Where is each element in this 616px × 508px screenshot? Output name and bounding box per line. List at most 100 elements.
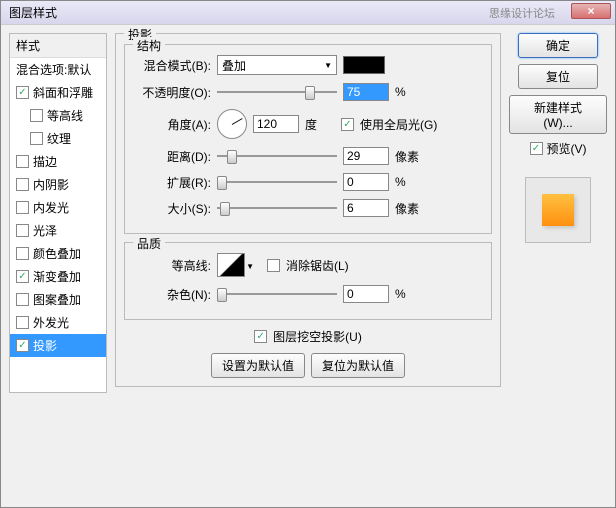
opacity-slider[interactable] <box>217 84 337 100</box>
angle-dial[interactable] <box>217 109 247 139</box>
style-checkbox[interactable] <box>30 109 43 122</box>
preview-row: ✓ 预览(V) <box>530 140 587 157</box>
style-item[interactable]: 外发光 <box>10 311 106 334</box>
style-checkbox[interactable] <box>16 155 29 168</box>
make-default-button[interactable]: 设置为默认值 <box>211 353 305 378</box>
antialias-checkbox[interactable] <box>267 259 280 272</box>
global-light-label: 使用全局光(G) <box>360 116 437 133</box>
noise-row: 杂色(N): 0 % <box>133 285 483 303</box>
style-checkbox[interactable]: ✓ <box>16 339 29 352</box>
spread-row: 扩展(R): 0 % <box>133 173 483 191</box>
contour-row: 等高线: ▼ 消除锯齿(L) <box>133 253 483 277</box>
size-label: 大小(S): <box>133 200 211 217</box>
style-label: 光泽 <box>33 222 57 239</box>
style-checkbox[interactable] <box>30 132 43 145</box>
opacity-label: 不透明度(O): <box>133 84 211 101</box>
spread-slider[interactable] <box>217 174 337 190</box>
style-checkbox[interactable] <box>16 201 29 214</box>
angle-unit: 度 <box>305 116 335 133</box>
style-item[interactable]: 颜色叠加 <box>10 242 106 265</box>
knockout-label: 图层挖空投影(U) <box>273 328 362 345</box>
angle-label: 角度(A): <box>133 116 211 133</box>
styles-panel: 样式 混合选项:默认 ✓斜面和浮雕等高线纹理描边内阴影内发光光泽颜色叠加 ✓ 渐变叠… <box>9 33 107 499</box>
preview-checkbox[interactable]: ✓ <box>530 142 543 155</box>
shadow-color-swatch[interactable] <box>343 56 385 74</box>
style-label: 纹理 <box>47 130 71 147</box>
distance-slider[interactable] <box>217 148 337 164</box>
style-item[interactable]: 等高线 <box>10 104 106 127</box>
style-checkbox[interactable] <box>16 224 29 237</box>
antialias-label: 消除锯齿(L) <box>286 257 349 274</box>
style-label: 等高线 <box>47 107 83 124</box>
style-label: 图案叠加 <box>33 291 81 308</box>
style-checkbox[interactable] <box>16 316 29 329</box>
blend-options-item[interactable]: 混合选项:默认 <box>10 58 106 81</box>
style-label: 颜色叠加 <box>33 245 81 262</box>
style-checkbox[interactable] <box>16 247 29 260</box>
ok-button[interactable]: 确定 <box>518 33 598 58</box>
new-style-button[interactable]: 新建样式(W)... <box>509 95 607 134</box>
distance-label: 距离(D): <box>133 148 211 165</box>
effect-group: 投影 结构 混合模式(B): 叠加 ▼ 不透明度(O): <box>115 33 501 387</box>
quality-group: 品质 等高线: ▼ 消除锯齿(L) 杂色(N): 0 % <box>124 242 492 320</box>
structure-title: 结构 <box>133 37 165 54</box>
spread-label: 扩展(R): <box>133 174 211 191</box>
angle-input[interactable]: 120 <box>253 115 299 133</box>
blend-mode-value: 叠加 <box>222 57 246 74</box>
style-item[interactable]: 内阴影 <box>10 173 106 196</box>
style-label: 描边 <box>33 153 57 170</box>
style-item[interactable]: 内发光 <box>10 196 106 219</box>
main-panel: 投影 结构 混合模式(B): 叠加 ▼ 不透明度(O): <box>115 33 501 499</box>
size-slider[interactable] <box>217 200 337 216</box>
noise-input[interactable]: 0 <box>343 285 389 303</box>
spread-input[interactable]: 0 <box>343 173 389 191</box>
cancel-button[interactable]: 复位 <box>518 64 598 89</box>
size-unit: 像素 <box>395 200 425 217</box>
noise-label: 杂色(N): <box>133 286 211 303</box>
style-checkbox[interactable] <box>16 293 29 306</box>
reset-default-button[interactable]: 复位为默认值 <box>311 353 405 378</box>
noise-slider[interactable] <box>217 286 337 302</box>
structure-group: 结构 混合模式(B): 叠加 ▼ 不透明度(O): 75 % <box>124 44 492 234</box>
preview-label: 预览(V) <box>547 140 587 157</box>
style-item[interactable]: ✓斜面和浮雕 <box>10 81 106 104</box>
distance-input[interactable]: 29 <box>343 147 389 165</box>
contour-picker[interactable]: ▼ <box>217 253 245 277</box>
style-checkbox[interactable]: ✓ <box>16 86 29 99</box>
layer-style-dialog: 图层样式 思缘设计论坛 × 样式 混合选项:默认 ✓斜面和浮雕等高线纹理描边内阴… <box>0 0 616 508</box>
style-item[interactable]: 纹理 <box>10 127 106 150</box>
style-item[interactable]: 光泽 <box>10 219 106 242</box>
opacity-input[interactable]: 75 <box>343 83 389 101</box>
spread-unit: % <box>395 175 425 189</box>
knockout-checkbox[interactable]: ✓ <box>254 330 267 343</box>
angle-row: 角度(A): 120 度 ✓ 使用全局光(G) <box>133 109 483 139</box>
distance-unit: 像素 <box>395 148 425 165</box>
opacity-row: 不透明度(O): 75 % <box>133 83 483 101</box>
chevron-down-icon: ▼ <box>324 61 332 70</box>
styles-header[interactable]: 样式 <box>10 34 106 58</box>
style-item[interactable]: 描边 <box>10 150 106 173</box>
blend-mode-label: 混合模式(B): <box>133 57 211 74</box>
preview-swatch <box>542 194 574 226</box>
style-item[interactable]: ✓ 渐变叠加 <box>10 265 106 288</box>
style-checkbox[interactable] <box>16 178 29 191</box>
style-checkbox[interactable]: ✓ <box>16 270 29 283</box>
blend-mode-dropdown[interactable]: 叠加 ▼ <box>217 55 337 75</box>
preview-box <box>525 177 591 243</box>
style-item[interactable]: ✓ 投影 <box>10 334 106 357</box>
titlebar: 图层样式 思缘设计论坛 × <box>1 1 615 25</box>
style-item[interactable]: 图案叠加 <box>10 288 106 311</box>
brand-text: 思缘设计论坛 <box>489 5 555 21</box>
size-row: 大小(S): 6 像素 <box>133 199 483 217</box>
style-label: 投影 <box>33 337 57 354</box>
knockout-row: ✓ 图层挖空投影(U) <box>124 328 492 345</box>
close-button[interactable]: × <box>571 3 611 19</box>
style-label: 内发光 <box>33 199 69 216</box>
right-panel: 确定 复位 新建样式(W)... ✓ 预览(V) <box>509 33 607 499</box>
quality-title: 品质 <box>133 235 165 252</box>
style-label: 渐变叠加 <box>33 268 81 285</box>
opacity-unit: % <box>395 85 425 99</box>
size-input[interactable]: 6 <box>343 199 389 217</box>
global-light-checkbox[interactable]: ✓ <box>341 118 354 131</box>
style-label: 外发光 <box>33 314 69 331</box>
